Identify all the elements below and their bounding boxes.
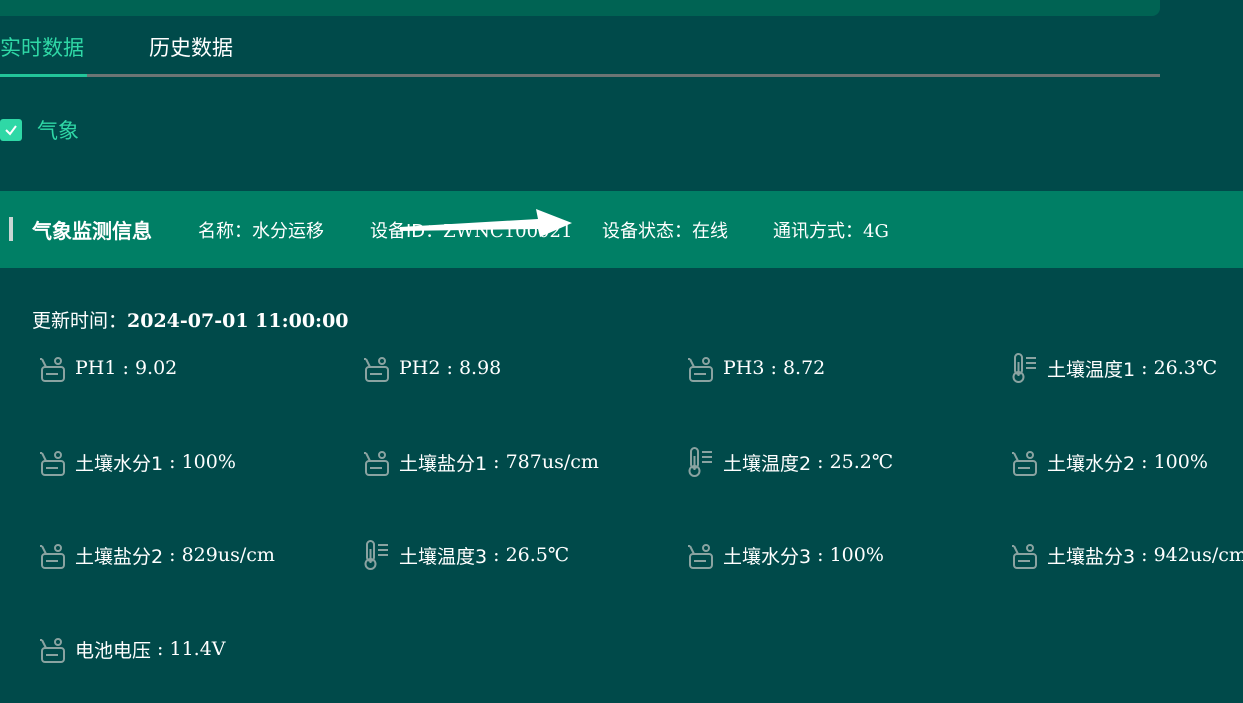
metric-name: PH3 [723,357,765,379]
checkmark-icon [5,125,17,136]
metric-separator: : [764,357,783,379]
metric-value: 8.72 [782,357,826,379]
metric-item: PH1 : 9.02 [36,350,177,386]
metric-value: 26.5℃ [505,544,570,566]
metric-name: 土壤温度2 [723,452,812,475]
top-panel [0,0,1160,16]
metric-separator: : [487,451,506,473]
tab-bar: 实时数据 历史数据 [0,22,1160,78]
sensor-icon [684,352,716,384]
metric-item: 土壤温度2 : 25.2℃ [684,444,893,480]
metric-name: 土壤水分1 [75,452,164,475]
info-title: 气象监测信息 [32,219,152,243]
sensor-icon [1008,539,1040,571]
metric-value: 100% [829,544,884,566]
metric-name: 土壤盐分2 [75,545,164,568]
metric-separator: : [487,544,506,566]
info-marker [9,217,13,241]
metric-value: 8.98 [458,357,502,379]
metric-separator: : [811,451,830,473]
arrow-right-icon [400,209,572,237]
metric-separator: : [163,451,182,473]
sensor-icon [360,446,392,478]
tab-realtime-data[interactable]: 实时数据 [0,32,84,62]
update-time: 更新时间：2024-07-01 11:00:00 [32,310,349,332]
metric-item: 土壤盐分2 : 829us/cm [36,537,275,573]
metric-name: 土壤盐分1 [399,452,488,475]
metric-name: 电池电压 [75,639,152,662]
communication-method: 通讯方式：4G [773,221,889,242]
metric-separator: : [151,638,170,660]
metric-separator: : [440,357,459,379]
metric-separator: : [1135,544,1154,566]
metric-separator: : [163,544,182,566]
metric-value: 787us/cm [505,451,599,473]
category-checkbox[interactable] [0,119,22,141]
metric-value: 100% [1153,451,1208,473]
metric-value: 100% [181,451,236,473]
metric-separator: : [1135,357,1154,379]
metric-name: PH2 [399,357,441,379]
metric-name: 土壤温度3 [399,545,488,568]
sensor-icon [36,446,68,478]
metric-separator: : [116,357,135,379]
category-weather[interactable]: 气象 [0,118,79,143]
metric-item: 土壤盐分3 : 942us/cm [1008,537,1243,573]
metric-item: 土壤水分3 : 100% [684,537,884,573]
metric-value: 942us/cm [1153,544,1243,566]
thermometer-icon [360,539,392,571]
metric-value: 25.2℃ [829,451,894,473]
device-status: 设备状态：在线 [602,221,728,242]
metric-name: 土壤盐分3 [1047,545,1136,568]
sensor-icon [36,352,68,384]
metric-item: PH2 : 8.98 [360,350,501,386]
metric-name: 土壤温度1 [1047,358,1136,381]
metric-value: 9.02 [134,357,178,379]
metric-separator: : [1135,451,1154,473]
metric-item: 土壤水分1 : 100% [36,444,236,480]
metric-item: 土壤温度1 : 26.3℃ [1008,350,1217,386]
tab-history-data[interactable]: 历史数据 [149,32,233,62]
metric-item: 土壤温度3 : 26.5℃ [360,537,569,573]
device-info-bar: 气象监测信息 名称：水分运移 设备ID：ZWNC100021 设备状态：在线 通… [0,191,1243,268]
metric-value: 829us/cm [181,544,275,566]
metric-separator: : [811,544,830,566]
metric-value: 26.3℃ [1153,357,1218,379]
metric-name: PH1 [75,357,117,379]
category-label: 气象 [37,119,79,143]
metric-item: 土壤盐分1 : 787us/cm [360,444,599,480]
metric-item: 土壤水分2 : 100% [1008,444,1208,480]
thermometer-icon [684,446,716,478]
sensor-icon [36,633,68,665]
device-name: 名称：水分运移 [198,221,324,242]
tab-divider [0,74,1160,77]
metric-name: 土壤水分3 [723,545,812,568]
sensor-icon [36,539,68,571]
metric-item: PH3 : 8.72 [684,350,825,386]
metric-item: 电池电压 : 11.4V [36,631,226,667]
thermometer-icon [1008,352,1040,384]
sensor-icon [1008,446,1040,478]
metric-name: 土壤水分2 [1047,452,1136,475]
tab-active-indicator [0,74,87,77]
sensor-icon [360,352,392,384]
sensor-icon [684,539,716,571]
metric-value: 11.4V [169,638,226,660]
